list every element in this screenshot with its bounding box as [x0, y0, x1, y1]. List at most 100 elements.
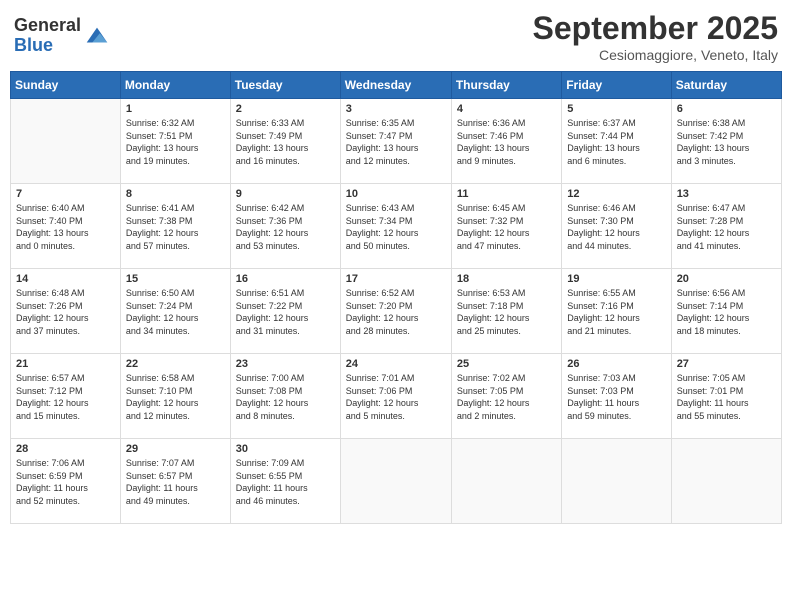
calendar-cell: 17 Sunrise: 6:52 AM Sunset: 7:20 PM Dayli…: [340, 269, 451, 354]
day-info: Sunrise: 6:56 AM Sunset: 7:14 PM Dayligh…: [677, 287, 776, 337]
calendar-cell: 1 Sunrise: 6:32 AM Sunset: 7:51 PM Daylig…: [120, 99, 230, 184]
calendar-cell: [11, 99, 121, 184]
weekday-header-tuesday: Tuesday: [230, 72, 340, 99]
day-info: Sunrise: 6:57 AM Sunset: 7:12 PM Dayligh…: [16, 372, 115, 422]
day-info: Sunrise: 6:58 AM Sunset: 7:10 PM Dayligh…: [126, 372, 225, 422]
calendar-cell: 3Sunrise: 6:35 AM Sunset: 7:47 PM Daylig…: [340, 99, 451, 184]
day-info: Sunrise: 6:55 AM Sunset: 7:16 PM Dayligh…: [567, 287, 665, 337]
weekday-header-saturday: Saturday: [671, 72, 781, 99]
calendar-cell: 6 Sunrise: 6:38 AM Sunset: 7:42 PM Daylig…: [671, 99, 781, 184]
calendar-cell: 12 Sunrise: 6:46 AM Sunset: 7:30 PM Dayli…: [562, 184, 671, 269]
day-info: Sunrise: 7:01 AM Sunset: 7:06 PM Dayligh…: [346, 372, 446, 422]
day-number: 4: [457, 103, 556, 115]
calendar-cell: 26 Sunrise: 7:03 AM Sunset: 7:03 PM Dayli…: [562, 354, 671, 439]
calendar-cell: 19 Sunrise: 6:55 AM Sunset: 7:16 PM Dayli…: [562, 269, 671, 354]
weekday-header-sunday: Sunday: [11, 72, 121, 99]
day-number: 6: [677, 103, 776, 115]
calendar-cell: 30 Sunrise: 7:09 AM Sunset: 6:55 PM Dayli…: [230, 439, 340, 524]
calendar-cell: [451, 439, 561, 524]
calendar-cell: [562, 439, 671, 524]
calendar-cell: 25Sunrise: 7:02 AM Sunset: 7:05 PM Dayli…: [451, 354, 561, 439]
location-subtitle: Cesiomaggiore, Veneto, Italy: [533, 47, 778, 63]
calendar-cell: 15 Sunrise: 6:50 AM Sunset: 7:24 PM Dayli…: [120, 269, 230, 354]
day-number: 27: [677, 358, 776, 370]
calendar-week-row: 28Sunrise: 7:06 AM Sunset: 6:59 PM Dayli…: [11, 439, 782, 524]
day-number: 1: [126, 103, 225, 115]
day-number: 17: [346, 273, 446, 285]
title-block: September 2025 Cesiomaggiore, Veneto, It…: [533, 10, 778, 63]
day-info: Sunrise: 7:00 AM Sunset: 7:08 PM Dayligh…: [236, 372, 335, 422]
day-info: Sunrise: 6:40 AM Sunset: 7:40 PM Dayligh…: [16, 202, 115, 252]
calendar-cell: 13 Sunrise: 6:47 AM Sunset: 7:28 PM Dayli…: [671, 184, 781, 269]
logo: General Blue: [14, 16, 111, 56]
day-number: 7: [16, 188, 115, 200]
day-number: 19: [567, 273, 665, 285]
calendar-cell: 2 Sunrise: 6:33 AM Sunset: 7:49 PM Daylig…: [230, 99, 340, 184]
weekday-header-thursday: Thursday: [451, 72, 561, 99]
day-number: 29: [126, 443, 225, 455]
day-number: 16: [236, 273, 335, 285]
day-number: 26: [567, 358, 665, 370]
day-number: 10: [346, 188, 446, 200]
day-info: Sunrise: 7:03 AM Sunset: 7:03 PM Dayligh…: [567, 372, 665, 422]
calendar-week-row: 21 Sunrise: 6:57 AM Sunset: 7:12 PM Dayli…: [11, 354, 782, 439]
day-number: 12: [567, 188, 665, 200]
day-number: 5: [567, 103, 665, 115]
calendar-cell: 21 Sunrise: 6:57 AM Sunset: 7:12 PM Dayli…: [11, 354, 121, 439]
calendar-cell: 5Sunrise: 6:37 AM Sunset: 7:44 PM Daylig…: [562, 99, 671, 184]
day-number: 21: [16, 358, 115, 370]
day-number: 13: [677, 188, 776, 200]
day-info: Sunrise: 7:06 AM Sunset: 6:59 PM Dayligh…: [16, 457, 115, 507]
day-info: Sunrise: 6:41 AM Sunset: 7:38 PM Dayligh…: [126, 202, 225, 252]
day-info: Sunrise: 6:51 AM Sunset: 7:22 PM Dayligh…: [236, 287, 335, 337]
calendar-cell: 7 Sunrise: 6:40 AM Sunset: 7:40 PM Daylig…: [11, 184, 121, 269]
day-number: 25: [457, 358, 556, 370]
calendar-cell: 29Sunrise: 7:07 AM Sunset: 6:57 PM Dayli…: [120, 439, 230, 524]
day-info: Sunrise: 6:52 AM Sunset: 7:20 PM Dayligh…: [346, 287, 446, 337]
day-info: Sunrise: 6:47 AM Sunset: 7:28 PM Dayligh…: [677, 202, 776, 252]
month-title: September 2025: [533, 10, 778, 47]
calendar-week-row: 14Sunrise: 6:48 AM Sunset: 7:26 PM Dayli…: [11, 269, 782, 354]
day-info: Sunrise: 6:36 AM Sunset: 7:46 PM Dayligh…: [457, 117, 556, 167]
calendar-cell: 9 Sunrise: 6:42 AM Sunset: 7:36 PM Daylig…: [230, 184, 340, 269]
day-info: Sunrise: 6:53 AM Sunset: 7:18 PM Dayligh…: [457, 287, 556, 337]
day-info: Sunrise: 7:05 AM Sunset: 7:01 PM Dayligh…: [677, 372, 776, 422]
day-number: 18: [457, 273, 556, 285]
logo-general-text: General: [14, 15, 81, 35]
day-info: Sunrise: 6:50 AM Sunset: 7:24 PM Dayligh…: [126, 287, 225, 337]
day-info: Sunrise: 7:09 AM Sunset: 6:55 PM Dayligh…: [236, 457, 335, 507]
day-info: Sunrise: 6:43 AM Sunset: 7:34 PM Dayligh…: [346, 202, 446, 252]
day-number: 11: [457, 188, 556, 200]
calendar-week-row: 1 Sunrise: 6:32 AM Sunset: 7:51 PM Daylig…: [11, 99, 782, 184]
day-number: 8: [126, 188, 225, 200]
day-info: Sunrise: 6:48 AM Sunset: 7:26 PM Dayligh…: [16, 287, 115, 337]
logo-blue-text: Blue: [14, 35, 53, 55]
logo-icon: [83, 22, 111, 50]
day-info: Sunrise: 6:32 AM Sunset: 7:51 PM Dayligh…: [126, 117, 225, 167]
day-info: Sunrise: 6:42 AM Sunset: 7:36 PM Dayligh…: [236, 202, 335, 252]
calendar-cell: 10 Sunrise: 6:43 AM Sunset: 7:34 PM Dayli…: [340, 184, 451, 269]
day-info: Sunrise: 6:46 AM Sunset: 7:30 PM Dayligh…: [567, 202, 665, 252]
calendar-cell: 16 Sunrise: 6:51 AM Sunset: 7:22 PM Dayli…: [230, 269, 340, 354]
calendar-week-row: 7 Sunrise: 6:40 AM Sunset: 7:40 PM Daylig…: [11, 184, 782, 269]
day-info: Sunrise: 6:38 AM Sunset: 7:42 PM Dayligh…: [677, 117, 776, 167]
calendar-cell: 4 Sunrise: 6:36 AM Sunset: 7:46 PM Daylig…: [451, 99, 561, 184]
day-number: 3: [346, 103, 446, 115]
calendar-cell: 8 Sunrise: 6:41 AM Sunset: 7:38 PM Daylig…: [120, 184, 230, 269]
weekday-header-row: SundayMondayTuesdayWednesdayThursdayFrid…: [11, 72, 782, 99]
calendar-cell: 23 Sunrise: 7:00 AM Sunset: 7:08 PM Dayli…: [230, 354, 340, 439]
calendar-cell: 20Sunrise: 6:56 AM Sunset: 7:14 PM Dayli…: [671, 269, 781, 354]
day-number: 9: [236, 188, 335, 200]
day-number: 15: [126, 273, 225, 285]
calendar-cell: [671, 439, 781, 524]
weekday-header-monday: Monday: [120, 72, 230, 99]
day-number: 22: [126, 358, 225, 370]
calendar-cell: 18 Sunrise: 6:53 AM Sunset: 7:18 PM Dayli…: [451, 269, 561, 354]
day-info: Sunrise: 6:33 AM Sunset: 7:49 PM Dayligh…: [236, 117, 335, 167]
calendar-cell: 28Sunrise: 7:06 AM Sunset: 6:59 PM Dayli…: [11, 439, 121, 524]
day-number: 23: [236, 358, 335, 370]
page-header: General Blue September 2025 Cesiomaggior…: [10, 10, 782, 63]
day-number: 30: [236, 443, 335, 455]
day-number: 2: [236, 103, 335, 115]
day-info: Sunrise: 6:45 AM Sunset: 7:32 PM Dayligh…: [457, 202, 556, 252]
